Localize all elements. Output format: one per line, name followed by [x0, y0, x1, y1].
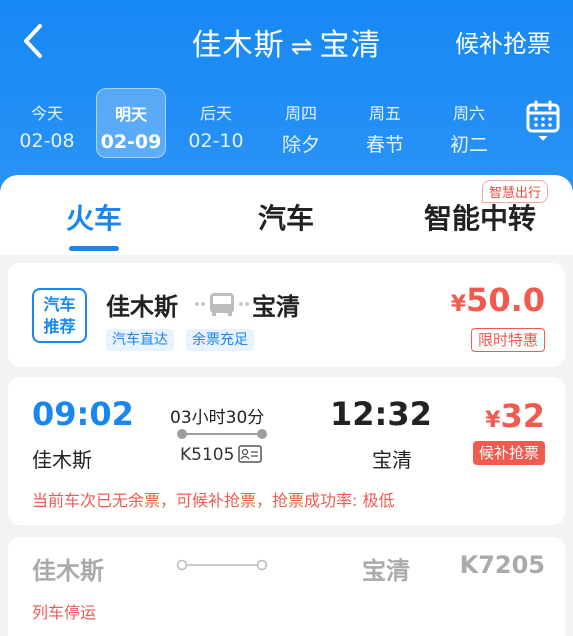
- date-selector: 今天 02-08 明天 02-09 后天 02-10 周四 除夕 周五 春节 周…: [0, 88, 573, 160]
- date-weekday: 周六: [452, 104, 485, 123]
- from-city: 佳木斯: [191, 28, 285, 63]
- tab-bus[interactable]: 汽车: [258, 197, 314, 237]
- date-today[interactable]: 今天 02-08: [12, 88, 82, 158]
- depart-time: 09:02: [32, 395, 134, 433]
- arrive-station: 宝清: [372, 448, 412, 472]
- train-price: ¥32: [485, 397, 545, 435]
- bus-price: ¥50.0: [451, 281, 545, 319]
- date-tomorrow[interactable]: 明天 02-09: [96, 88, 166, 158]
- calendar-icon[interactable]: [526, 100, 560, 142]
- badge-line: 汽车: [43, 295, 76, 314]
- date-saturday[interactable]: 周六 初二: [434, 88, 504, 158]
- header-bar: 佳木斯 ⇌ 宝清 候补抢票 今天 02-08 明天 02-09 后天 02-10 周…: [0, 0, 573, 200]
- date-friday[interactable]: 周五 春节: [350, 88, 420, 158]
- stopped-to-city: 宝清: [362, 557, 410, 585]
- price-value: 50.0: [466, 281, 545, 319]
- bus-recommend-card[interactable]: 汽车 推荐 佳木斯 宝清 汽车直达 余票充足 ¥50.0 限时特惠: [8, 263, 565, 367]
- date-value: 02-10: [188, 130, 244, 152]
- badge-line: 推荐: [43, 317, 76, 336]
- stopped-from-city: 佳木斯: [32, 557, 104, 585]
- active-tab-indicator: [69, 246, 119, 251]
- id-card-icon: [238, 445, 262, 463]
- train-number: K5105: [180, 445, 235, 465]
- waitlist-notice: 当前车次已无余票，可候补抢票，抢票成功率: 极低: [32, 491, 395, 510]
- date-weekday: 今天: [30, 104, 63, 123]
- arrive-time: 12:32: [330, 395, 432, 433]
- route-line: [176, 559, 268, 571]
- tab-transfer[interactable]: 智能中转: [424, 197, 536, 237]
- suspended-status: 列车停运: [32, 603, 97, 622]
- date-day-after[interactable]: 后天 02-10: [181, 88, 251, 158]
- trip-duration: 03小时30分: [170, 408, 265, 428]
- price-value: 32: [500, 397, 545, 435]
- date-weekday: 周五: [368, 104, 401, 123]
- bus-from-city: 佳木斯: [106, 293, 178, 321]
- date-weekday: 明天: [114, 105, 147, 124]
- smart-travel-badge: 智慧出行: [482, 180, 549, 203]
- depart-station: 佳木斯: [32, 448, 92, 472]
- date-weekday: 后天: [199, 104, 232, 123]
- date-value: 除夕: [281, 134, 320, 156]
- currency-symbol: ¥: [450, 292, 467, 317]
- currency-symbol: ¥: [485, 408, 501, 433]
- tab-train[interactable]: 火车: [66, 197, 122, 237]
- route-line: [177, 429, 267, 439]
- date-thursday[interactable]: 周四 除夕: [266, 88, 336, 158]
- waitlist-tag-button[interactable]: 候补抢票: [472, 441, 545, 465]
- date-value: 春节: [365, 134, 404, 156]
- to-city: 宝清: [319, 28, 382, 63]
- direct-bus-chip: 汽车直达: [106, 329, 174, 351]
- limited-offer-tag: 限时特惠: [470, 328, 545, 352]
- bus-to-city: 宝清: [252, 293, 300, 321]
- swap-icon[interactable]: ⇌: [291, 32, 314, 62]
- waitlist-button[interactable]: 候补抢票: [455, 24, 551, 59]
- date-weekday: 周四: [284, 104, 317, 123]
- stopped-train-number: K7205: [459, 551, 545, 579]
- date-value: 02-08: [19, 130, 75, 152]
- tickets-available-chip: 余票充足: [186, 329, 254, 351]
- bus-icon: [195, 293, 249, 316]
- train-card-k5105[interactable]: 09:02 03小时30分 12:32 佳木斯 K5105 宝清 ¥32 候补抢…: [8, 377, 565, 525]
- train-card-k7205[interactable]: 佳木斯 宝清 K7205 列车停运: [8, 537, 565, 636]
- bus-recommend-badge: 汽车 推荐: [32, 288, 87, 343]
- date-value: 02-09: [100, 131, 162, 153]
- date-value: 初二: [449, 134, 488, 156]
